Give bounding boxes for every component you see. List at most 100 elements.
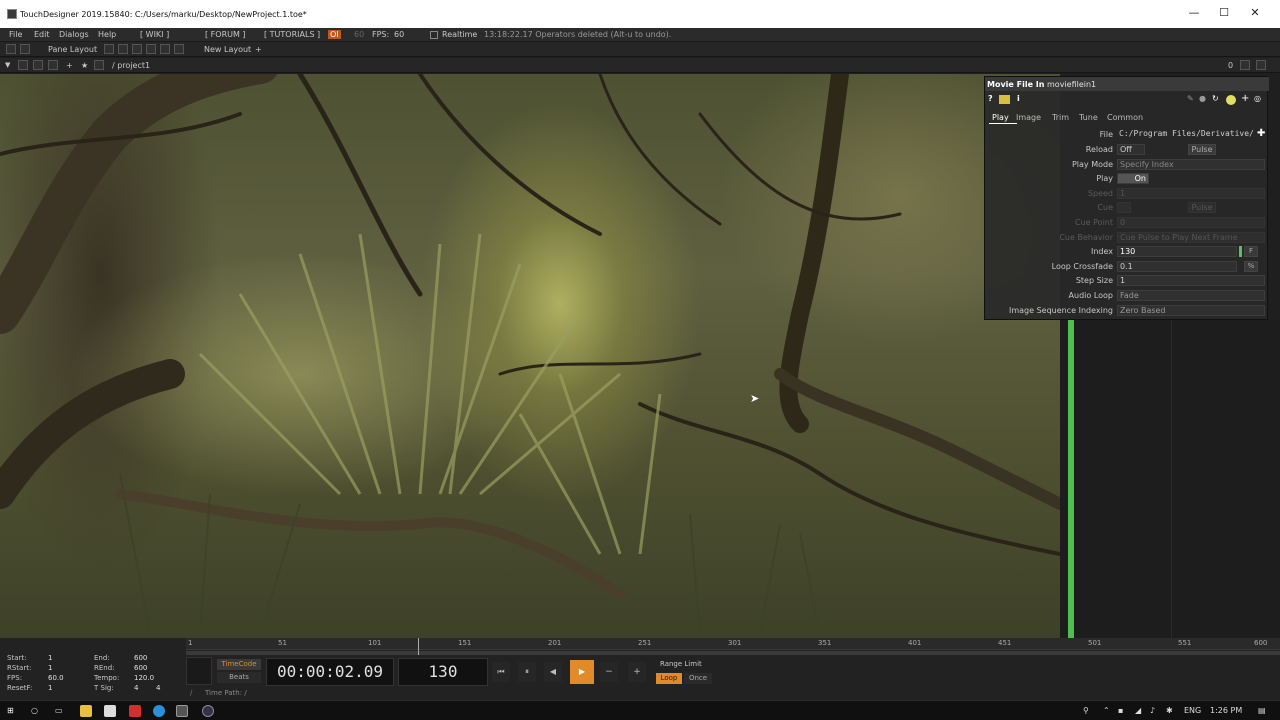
loop-crossfade-unit-menu[interactable]: % [1244,261,1258,272]
rewind-icon[interactable]: ⏮ [492,662,510,682]
beats-toggle[interactable]: Beats [217,672,261,683]
video-viewer[interactable]: ➤ [0,74,1060,638]
search-icon[interactable]: ○ [31,706,38,715]
pane-split-icon[interactable] [20,44,30,54]
back-icon[interactable] [33,60,43,70]
op-name-field[interactable]: moviefilein1 [1047,80,1096,89]
tempo-value[interactable]: 120.0 [134,674,154,682]
step-size-field[interactable]: 1 [1117,275,1265,286]
loop-crossfade-field[interactable]: 0.1 [1117,261,1237,272]
new-layout-label[interactable]: New Layout [204,45,251,54]
info-icon[interactable]: i [1017,94,1020,103]
help-icon[interactable]: ? [988,94,993,103]
layout-2-icon[interactable] [118,44,128,54]
pane-maximize-icon[interactable] [1240,60,1250,70]
once-toggle[interactable]: Once [684,673,712,684]
play-toggle[interactable]: On [1117,173,1149,184]
add-bookmark-icon[interactable]: + [66,61,73,70]
edit-icon[interactable]: ✎ [1187,94,1194,103]
cue-pulse-button[interactable]: Pulse [1188,202,1216,213]
network-icon[interactable]: ◢ [1135,706,1141,715]
index-field[interactable]: 130 [1117,246,1237,257]
star-icon[interactable]: ★ [81,61,88,70]
realtime-checkbox[interactable] [430,31,438,39]
pane-icon[interactable] [6,44,16,54]
rend-value[interactable]: 600 [134,664,147,672]
add-layout-icon[interactable]: + [255,45,262,54]
resetf-value[interactable]: 1 [48,684,52,692]
reset-icon[interactable]: ↻ [1212,94,1219,103]
notifications-icon[interactable]: ▤ [1258,706,1266,715]
tutorials-link[interactable]: [ TUTORIALS ] [264,30,320,39]
layout-5-icon[interactable] [160,44,170,54]
add-param-icon[interactable]: + [1241,93,1249,104]
tab-trim[interactable]: Trim [1052,113,1069,122]
file-field[interactable]: C:/Program Files/Derivative/ [1117,129,1257,140]
menu-dialogs[interactable]: Dialogs [59,30,89,39]
play-forward-icon[interactable]: ▶ [570,660,594,684]
timecode-toggle[interactable]: TimeCode [217,659,261,670]
python-help-icon[interactable] [999,95,1010,104]
step-forward-icon[interactable]: + [628,662,646,682]
pause-icon[interactable]: ⏸ [518,662,536,682]
reload-toggle[interactable]: Off [1117,144,1145,155]
pane-close-icon[interactable] [1256,60,1266,70]
playhead[interactable] [418,638,419,655]
cue-toggle[interactable] [1117,202,1131,213]
vivaldi-icon[interactable] [129,705,141,717]
volume-icon[interactable]: ♪ [1150,706,1155,715]
timeline-ruler[interactable]: 1 51 101 151 201 251 301 351 401 451 501… [186,638,1280,650]
cue-behavior-menu[interactable]: Cue Pulse to Play Next Frame [1117,232,1265,243]
network-area[interactable] [1060,320,1280,638]
file-browse-icon[interactable]: ✚ [1257,128,1265,139]
wiki-link[interactable]: [ WIKI ] [140,30,169,39]
mail-icon[interactable] [104,705,116,717]
menu-help[interactable]: Help [98,30,116,39]
maximize-button[interactable]: ☐ [1217,6,1231,20]
layout-6-icon[interactable] [174,44,184,54]
timeline-bar[interactable] [186,638,1280,655]
step-back-icon[interactable]: − [600,662,618,682]
layout-1-icon[interactable] [104,44,114,54]
audio-loop-menu[interactable]: Fade [1117,290,1265,301]
oi-indicator[interactable]: OI [328,30,341,39]
tab-play[interactable]: Play [992,113,1009,122]
tab-image[interactable]: Image [1016,113,1041,122]
app-taskbar-icon[interactable] [202,705,214,717]
clock[interactable]: 1:26 PM [1210,706,1242,715]
index-unit-menu[interactable]: F [1244,246,1258,257]
people-icon[interactable]: ⚲ [1083,706,1089,715]
touchdesigner-taskbar-icon[interactable] [176,705,188,717]
tab-tune[interactable]: Tune [1079,113,1098,122]
close-button[interactable]: ✕ [1248,6,1262,20]
reload-pulse-button[interactable]: Pulse [1188,144,1216,155]
comment-icon[interactable]: ● [1199,94,1206,103]
layout-3-icon[interactable] [132,44,142,54]
end-value[interactable]: 600 [134,654,147,662]
layout-4-icon[interactable] [146,44,156,54]
play-mode-menu[interactable]: Specify Index [1117,159,1265,170]
pane-menu-chevron-icon[interactable]: ▼ [5,61,10,69]
home-icon[interactable] [94,60,104,70]
network-path[interactable]: / project1 [112,61,150,70]
loop-toggle[interactable]: Loop [656,673,682,684]
skype-icon[interactable] [153,705,165,717]
settings-icon[interactable]: ◎ [1254,94,1261,103]
start-value[interactable]: 1 [48,654,52,662]
fps-value[interactable]: 60.0 [48,674,64,682]
windows-start-icon[interactable]: ⊞ [7,706,14,715]
tsig-value-1[interactable]: 4 [134,684,138,692]
task-view-icon[interactable]: ▭ [55,706,63,715]
image-sequence-indexing-menu[interactable]: Zero Based [1117,305,1265,316]
menu-file[interactable]: File [9,30,22,39]
forum-link[interactable]: [ FORUM ] [205,30,246,39]
time-display[interactable]: 00:00:02.09 [266,658,394,686]
cue-point-field[interactable]: 0 [1117,217,1265,228]
tray-app-icon[interactable]: ▪ [1118,706,1123,715]
tray-chevron-icon[interactable]: ⌃ [1103,706,1110,715]
minimize-button[interactable]: — [1187,6,1201,20]
timeline-collapse-handle[interactable] [186,657,212,685]
language-indicator[interactable]: ENG [1184,706,1201,715]
tsig-value-2[interactable]: 4 [156,684,160,692]
index-slider-handle[interactable] [1239,246,1242,257]
